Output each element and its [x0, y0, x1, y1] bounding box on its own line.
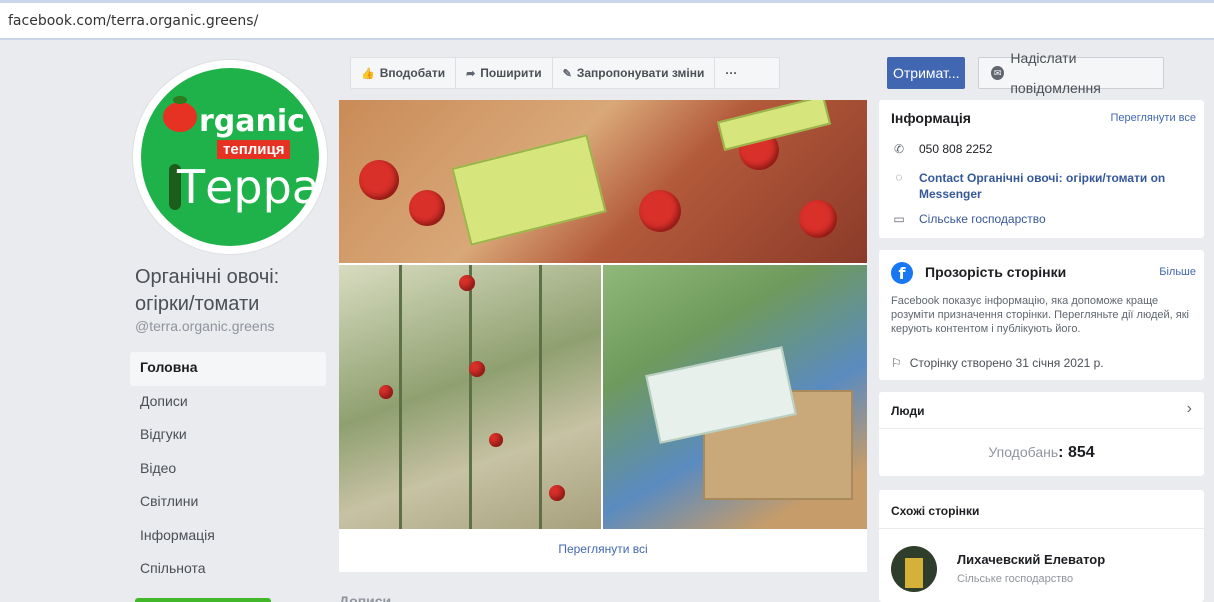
- likes-count: Уподобань: 854: [879, 444, 1204, 462]
- logo-tag: теплиця: [217, 140, 291, 159]
- photo-tomato-vines[interactable]: [339, 265, 601, 529]
- tomato-shape: [469, 361, 485, 377]
- facebook-icon: f: [891, 262, 913, 284]
- stem-shape: [469, 265, 472, 529]
- page-avatar[interactable]: rganic теплиця Терра: [133, 60, 327, 254]
- logo-brand: Терра: [177, 160, 319, 214]
- tomato-icon: [163, 96, 197, 132]
- messenger-icon: ◌: [895, 170, 903, 184]
- transparency-more-link[interactable]: Більше: [1159, 266, 1196, 278]
- flag-icon: ⚐: [891, 356, 902, 370]
- similar-page-avatar[interactable]: [891, 546, 937, 592]
- address-bar[interactable]: facebook.com/terra.organic.greens/: [0, 0, 1214, 40]
- transparency-description: Facebook показує інформацію, яка допомож…: [891, 295, 1189, 335]
- category-link: Сільське господарство: [919, 212, 1046, 226]
- page-title: Органічні овочі: огірки/томати: [135, 266, 280, 315]
- share-button[interactable]: ➦ Поширити: [456, 58, 553, 88]
- tomato-shape: [459, 275, 475, 291]
- divider: [879, 528, 1204, 529]
- page-action-bar: 👍 Вподобати ➦ Поширити ✎ Запропонувати з…: [350, 57, 780, 89]
- tomato-shape: [409, 190, 445, 226]
- posts-heading: Дописи: [339, 593, 392, 602]
- info-card: Інформація Переглянути все ✆ 050 808 225…: [879, 100, 1204, 238]
- create-button[interactable]: [135, 598, 271, 602]
- phone-row[interactable]: ✆ 050 808 2252: [891, 142, 992, 156]
- nav-item-videos[interactable]: Відео: [130, 453, 326, 487]
- nav-item-posts[interactable]: Дописи: [130, 386, 326, 420]
- creation-date: Сторінку створено 31 січня 2021 р.: [909, 356, 1104, 370]
- send-message-label: Надіслати повідомлення: [1010, 50, 1101, 96]
- messenger-link: Contact Органічні овочі: огірки/томати o…: [919, 171, 1166, 201]
- url-text: facebook.com/terra.organic.greens/: [8, 13, 259, 29]
- thumbs-up-icon: 👍: [361, 67, 375, 80]
- nav-item-community[interactable]: Спільнота: [130, 553, 326, 587]
- tomato-shape: [549, 485, 565, 501]
- tomato-shape: [489, 433, 503, 447]
- more-label: ···: [725, 66, 738, 80]
- tomato-shape: [799, 200, 837, 238]
- nav-item-about[interactable]: Інформація: [130, 520, 326, 554]
- creation-date-row: ⚐ Сторінку створено 31 січня 2021 р.: [891, 356, 1104, 370]
- view-all-photos-link[interactable]: Переглянути всі: [339, 542, 867, 556]
- chevron-right-icon[interactable]: ›: [1187, 400, 1192, 418]
- messenger-row[interactable]: ◌ Contact Органічні овочі: огірки/томати…: [891, 170, 1189, 202]
- similar-pages-card: Схожі сторінки Лихачевский Елеватор Сіль…: [879, 490, 1204, 602]
- more-options-button[interactable]: ···: [715, 58, 747, 88]
- product-label: [451, 134, 607, 246]
- send-message-button[interactable]: ✉ Надіслати повідомлення: [978, 50, 1164, 96]
- photos-card: Переглянути всі: [339, 100, 867, 572]
- similar-page-category: Сільське господарство: [957, 573, 1074, 585]
- photo-gift-box[interactable]: [603, 265, 867, 529]
- like-button[interactable]: 👍 Вподобати: [351, 58, 457, 88]
- nav-item-home[interactable]: Головна: [130, 352, 326, 386]
- info-view-all-link[interactable]: Переглянути все: [1110, 112, 1196, 124]
- page-handle[interactable]: @terra.organic.greens: [135, 318, 275, 334]
- info-title: Інформація: [891, 110, 971, 126]
- logo-word: rganic: [199, 104, 305, 139]
- people-card: Люди › Уподобань: 854: [879, 392, 1204, 476]
- similar-pages-title: Схожі сторінки: [891, 504, 980, 518]
- stem-shape: [539, 265, 542, 529]
- stem-shape: [399, 265, 402, 529]
- share-arrow-icon: ➦: [466, 67, 476, 80]
- likes-label: Уподобань: [988, 444, 1059, 460]
- photo-tomato-packs[interactable]: [339, 100, 867, 263]
- category-row[interactable]: ▭ Сільське господарство: [891, 212, 1046, 226]
- phone-icon: ✆: [893, 142, 905, 156]
- phone-number: 050 808 2252: [919, 142, 993, 156]
- get-button[interactable]: Отримат...: [887, 57, 965, 89]
- suggest-edits-button[interactable]: ✎ Запропонувати зміни: [553, 58, 716, 88]
- nav-item-reviews[interactable]: Відгуки: [130, 419, 326, 453]
- people-title[interactable]: Люди: [891, 404, 925, 418]
- pencil-icon: ✎: [562, 67, 572, 80]
- likes-separator: :: [1058, 444, 1068, 461]
- nav-item-photos[interactable]: Світлини: [130, 486, 326, 520]
- divider: [879, 428, 1204, 429]
- transparency-card: f Прозорість сторінки Більше Facebook по…: [879, 250, 1204, 380]
- transparency-title: Прозорість сторінки: [925, 264, 1067, 280]
- similar-page-name[interactable]: Лихачевский Елеватор: [957, 552, 1105, 567]
- tomato-shape: [359, 160, 399, 200]
- suggest-label: Запропонувати зміни: [576, 66, 705, 80]
- tomato-shape: [639, 190, 681, 232]
- messenger-icon: ✉: [991, 66, 1005, 80]
- share-label: Поширити: [480, 66, 542, 80]
- likes-number: 854: [1067, 444, 1095, 461]
- like-label: Вподобати: [379, 66, 446, 80]
- organic-terra-logo: rganic теплиця Терра: [141, 68, 319, 246]
- tomato-shape: [379, 385, 393, 399]
- category-icon: ▭: [893, 212, 905, 226]
- left-nav: Головна Дописи Відгуки Відео Світлини Ін…: [130, 352, 326, 587]
